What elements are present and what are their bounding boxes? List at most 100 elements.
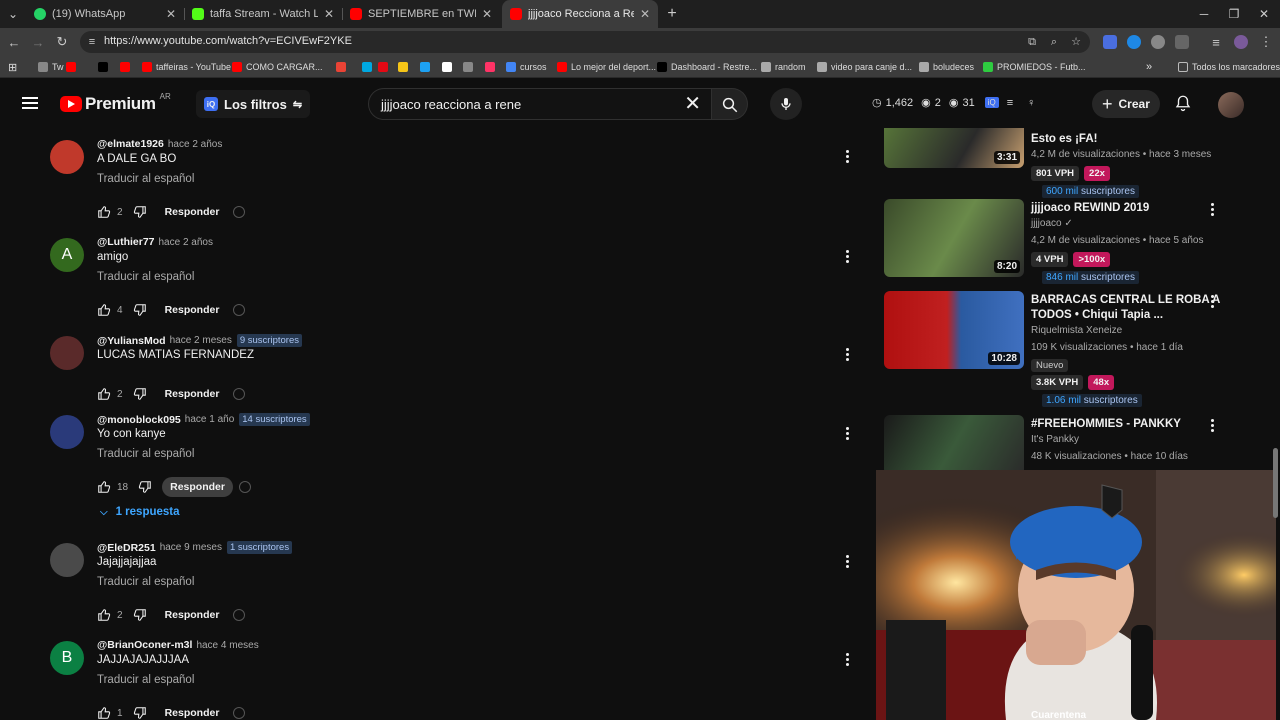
thumbs-up-icon[interactable] [97, 480, 111, 494]
comment-more-icon[interactable] [846, 653, 850, 667]
thumbs-up-icon[interactable] [97, 706, 111, 720]
bookmark-item[interactable] [442, 59, 456, 75]
video-title[interactable]: BARRACAS CENTRAL LE ROBA A TODOS • Chiqu… [1031, 293, 1231, 323]
search-input[interactable]: jjjjoaco reacciona a rene ✕ [368, 88, 712, 120]
bookmark-star-icon[interactable]: ☆ [1070, 36, 1082, 48]
new-tab-button[interactable]: + [656, 0, 688, 28]
comment-author-handle[interactable]: @elmate1926 [97, 138, 164, 150]
reply-button[interactable]: Responder [157, 703, 228, 720]
comment-timestamp[interactable]: hace 9 meses [160, 542, 222, 553]
channel-name[interactable]: jjjjoaco ✓ [1031, 218, 1073, 229]
commenter-avatar[interactable] [50, 543, 84, 577]
video-title[interactable]: #FREEHOMMIES - PANKKY [1031, 417, 1231, 432]
sidebar-scrollbar[interactable] [1273, 448, 1278, 518]
youtube-premium-logo[interactable]: Premium AR [60, 92, 171, 114]
comment-timestamp[interactable]: hace 2 años [168, 139, 223, 150]
bookmark-item[interactable] [336, 59, 350, 75]
bookmark-item[interactable] [420, 59, 434, 75]
thumbs-down-icon[interactable] [133, 387, 147, 401]
view-replies-button[interactable]: ⌵ 1 respuesta [100, 506, 180, 518]
thumbs-down-icon[interactable] [133, 205, 147, 219]
more-bookmarks-icon[interactable]: » [1146, 59, 1152, 75]
bookmark-item[interactable]: Tw [38, 59, 64, 75]
thumbs-up-icon[interactable] [97, 387, 111, 401]
comment-more-icon[interactable] [846, 555, 850, 569]
bookmark-item[interactable] [362, 59, 376, 75]
menu-hamburger-icon[interactable] [22, 97, 38, 109]
video-title[interactable]: Esto es ¡FA! [1031, 132, 1231, 147]
channel-name[interactable]: It's Pankky [1031, 434, 1079, 445]
comment-author-handle[interactable]: @YuliansMod [97, 335, 166, 347]
video-more-icon[interactable] [1211, 203, 1215, 217]
profile-avatar[interactable] [1234, 35, 1248, 49]
reply-button[interactable]: Responder [157, 300, 228, 320]
bookmark-item[interactable] [66, 59, 80, 75]
video-title[interactable]: jjjjoaco REWIND 2019 [1031, 201, 1231, 216]
award-icon[interactable]: ♀ [1027, 97, 1035, 109]
search-button[interactable] [712, 88, 748, 120]
video-thumbnail[interactable]: 3:31 [884, 128, 1024, 168]
close-tab-icon[interactable]: ✕ [324, 7, 334, 21]
commenter-avatar[interactable]: B [50, 641, 84, 675]
bookmark-item[interactable] [378, 59, 392, 75]
reply-button[interactable]: Responder [162, 477, 233, 497]
video-more-icon[interactable] [1211, 419, 1215, 433]
site-info-icon[interactable]: ≡ [86, 36, 98, 48]
bookmark-item[interactable]: taffeiras - YouTube [142, 59, 231, 75]
zoom-icon[interactable]: ⌕ [1048, 36, 1060, 48]
extension-badge-icon[interactable]: iQ [984, 97, 999, 108]
thumbs-down-icon[interactable] [138, 480, 152, 494]
bookmark-item[interactable]: COMO CARGAR... [232, 59, 323, 75]
comment-author-handle[interactable]: @BrianOconer-m3l [97, 639, 192, 651]
browser-tab-youtube-active[interactable]: jjjjoaco Recciona a Residente - ✕ [502, 0, 658, 28]
browser-tab-youtube-septiembre[interactable]: SEPTIEMBRE en TWITCH y KICK ✕ [342, 0, 500, 28]
user-avatar[interactable] [1218, 92, 1244, 118]
comment-author-handle[interactable]: @EleDR251 [97, 542, 156, 554]
reload-icon[interactable]: ↻ [52, 32, 72, 52]
bookmark-item[interactable]: random [761, 59, 806, 75]
commenter-avatar[interactable]: A [50, 238, 84, 272]
forward-arrow-icon[interactable]: → [28, 32, 48, 52]
comment-timestamp[interactable]: hace 2 años [159, 237, 214, 248]
comment-more-icon[interactable] [846, 150, 850, 164]
comment-more-icon[interactable] [846, 348, 850, 362]
close-tab-icon[interactable]: ✕ [482, 7, 492, 21]
comment-author-handle[interactable]: @Luthier77 [97, 236, 155, 248]
thumbs-down-icon[interactable] [133, 706, 147, 720]
reply-button[interactable]: Responder [157, 202, 228, 222]
extension-icon[interactable] [1151, 35, 1165, 49]
comment-timestamp[interactable]: hace 2 meses [170, 335, 232, 346]
create-button[interactable]: + Crear [1092, 90, 1160, 118]
tab-list-icon[interactable]: ≡ [1206, 32, 1226, 52]
translate-link[interactable]: Traducir al español [97, 271, 194, 283]
all-bookmarks-folder[interactable]: Todos los marcadores [1178, 59, 1280, 75]
tab-search-icon[interactable]: ⌄ [0, 0, 26, 28]
channel-name[interactable]: Riquelmista Xeneize [1031, 325, 1122, 336]
minimize-button[interactable]: ─ [1188, 0, 1220, 28]
commenter-avatar[interactable] [50, 140, 84, 174]
bookmark-item[interactable]: video para canje d... [817, 59, 912, 75]
bookmark-item[interactable]: PROMIEDOS - Futb... [983, 59, 1086, 75]
translate-link[interactable]: Traducir al español [97, 173, 194, 185]
close-tab-icon[interactable]: ✕ [166, 7, 176, 21]
browser-tab-kick[interactable]: taffa Stream - Watch Live o ✕ [184, 0, 342, 28]
comment-more-icon[interactable] [846, 250, 850, 264]
reply-button[interactable]: Responder [157, 605, 228, 625]
address-bar[interactable]: ≡ https://www.youtube.com/watch?v=ECIVEw… [80, 31, 1090, 53]
bookmark-item[interactable] [398, 59, 412, 75]
bookmark-item[interactable] [463, 59, 477, 75]
bookmark-item[interactable]: boludeces [919, 59, 974, 75]
bookmark-item[interactable]: cursos [506, 59, 547, 75]
thumbs-down-icon[interactable] [133, 303, 147, 317]
reply-button[interactable]: Responder [157, 384, 228, 404]
bookmark-item[interactable] [485, 59, 499, 75]
clear-search-icon[interactable]: ✕ [684, 93, 701, 115]
video-thumbnail[interactable]: 10:28 [884, 291, 1024, 369]
comment-author-handle[interactable]: @monoblock095 [97, 414, 181, 426]
video-more-icon[interactable] [1211, 295, 1215, 309]
extensions-puzzle-icon[interactable] [1175, 35, 1189, 49]
queue-icon[interactable]: ≡ [1007, 97, 1013, 109]
extension-icon[interactable] [1127, 35, 1141, 49]
commenter-avatar[interactable] [50, 336, 84, 370]
close-tab-icon[interactable]: ✕ [640, 7, 650, 21]
